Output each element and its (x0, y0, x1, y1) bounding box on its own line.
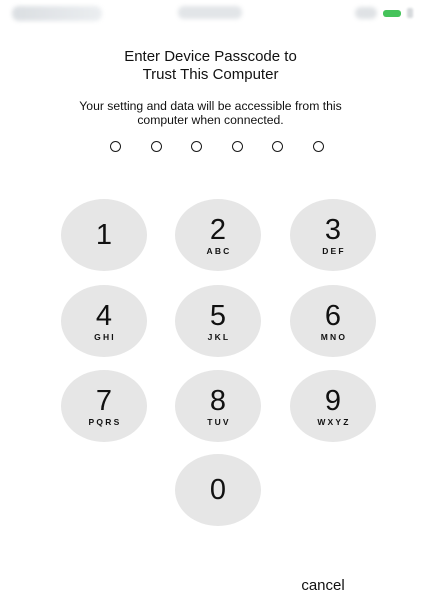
passcode-dot (272, 141, 284, 152)
passcode-indicator (110, 141, 324, 152)
subtitle-line-1: Your setting and data will be accessible… (79, 99, 342, 113)
clock-time (178, 6, 242, 19)
page-subtitle: Your setting and data will be accessible… (70, 99, 351, 127)
location-icon (355, 7, 377, 19)
key-letters: DEF (322, 245, 346, 256)
passcode-dot (110, 141, 121, 152)
key-digit: 2 (209, 213, 227, 246)
title-line-2: Trust This Computer (142, 66, 279, 83)
key-letters: TUV (207, 416, 231, 427)
key-letters: JKL (207, 331, 231, 342)
key-letters: GHI (94, 331, 116, 342)
cellular-signal-icon (12, 6, 102, 21)
key-digit: 0 (209, 474, 227, 506)
key-4[interactable]: 4 GHI (61, 285, 147, 357)
subtitle-line-2: computer when connected. (137, 113, 284, 127)
key-digit: 8 (209, 384, 227, 417)
key-digit: 5 (209, 299, 227, 332)
key-2[interactable]: 2 ABC (175, 199, 261, 271)
key-0[interactable]: 0 (175, 454, 261, 526)
key-digit: 4 (95, 299, 113, 332)
page-title: Enter Device Passcode to Trust This Comp… (40, 48, 381, 84)
key-letters: MNO (320, 331, 348, 342)
key-digit: 9 (324, 384, 342, 417)
status-bar-right (345, 5, 413, 21)
key-7[interactable]: 7 PQRS (61, 370, 147, 442)
passcode-dot (312, 141, 324, 152)
key-digit: 1 (95, 219, 113, 251)
key-letters: WXYZ (317, 416, 351, 427)
cancel-button[interactable]: cancel (283, 576, 363, 596)
key-digit: 6 (324, 299, 342, 332)
battery-icon (383, 9, 401, 17)
key-1[interactable]: 1 (61, 199, 147, 271)
key-digit: 3 (324, 213, 342, 246)
key-letters: PQRS (88, 416, 122, 427)
key-9[interactable]: 9 WXYZ (290, 370, 376, 442)
passcode-dot (231, 141, 243, 152)
key-3[interactable]: 3 DEF (290, 199, 376, 271)
key-8[interactable]: 8 TUV (175, 370, 261, 442)
key-letters: ABC (206, 245, 232, 256)
title-line-1: Enter Device Passcode to (124, 48, 297, 65)
battery-cap (407, 8, 413, 18)
passcode-dot (150, 141, 162, 152)
key-6[interactable]: 6 MNO (290, 285, 376, 357)
key-5[interactable]: 5 JKL (175, 285, 261, 357)
key-digit: 7 (95, 384, 113, 417)
passcode-dot (191, 141, 203, 152)
status-bar (0, 0, 421, 30)
